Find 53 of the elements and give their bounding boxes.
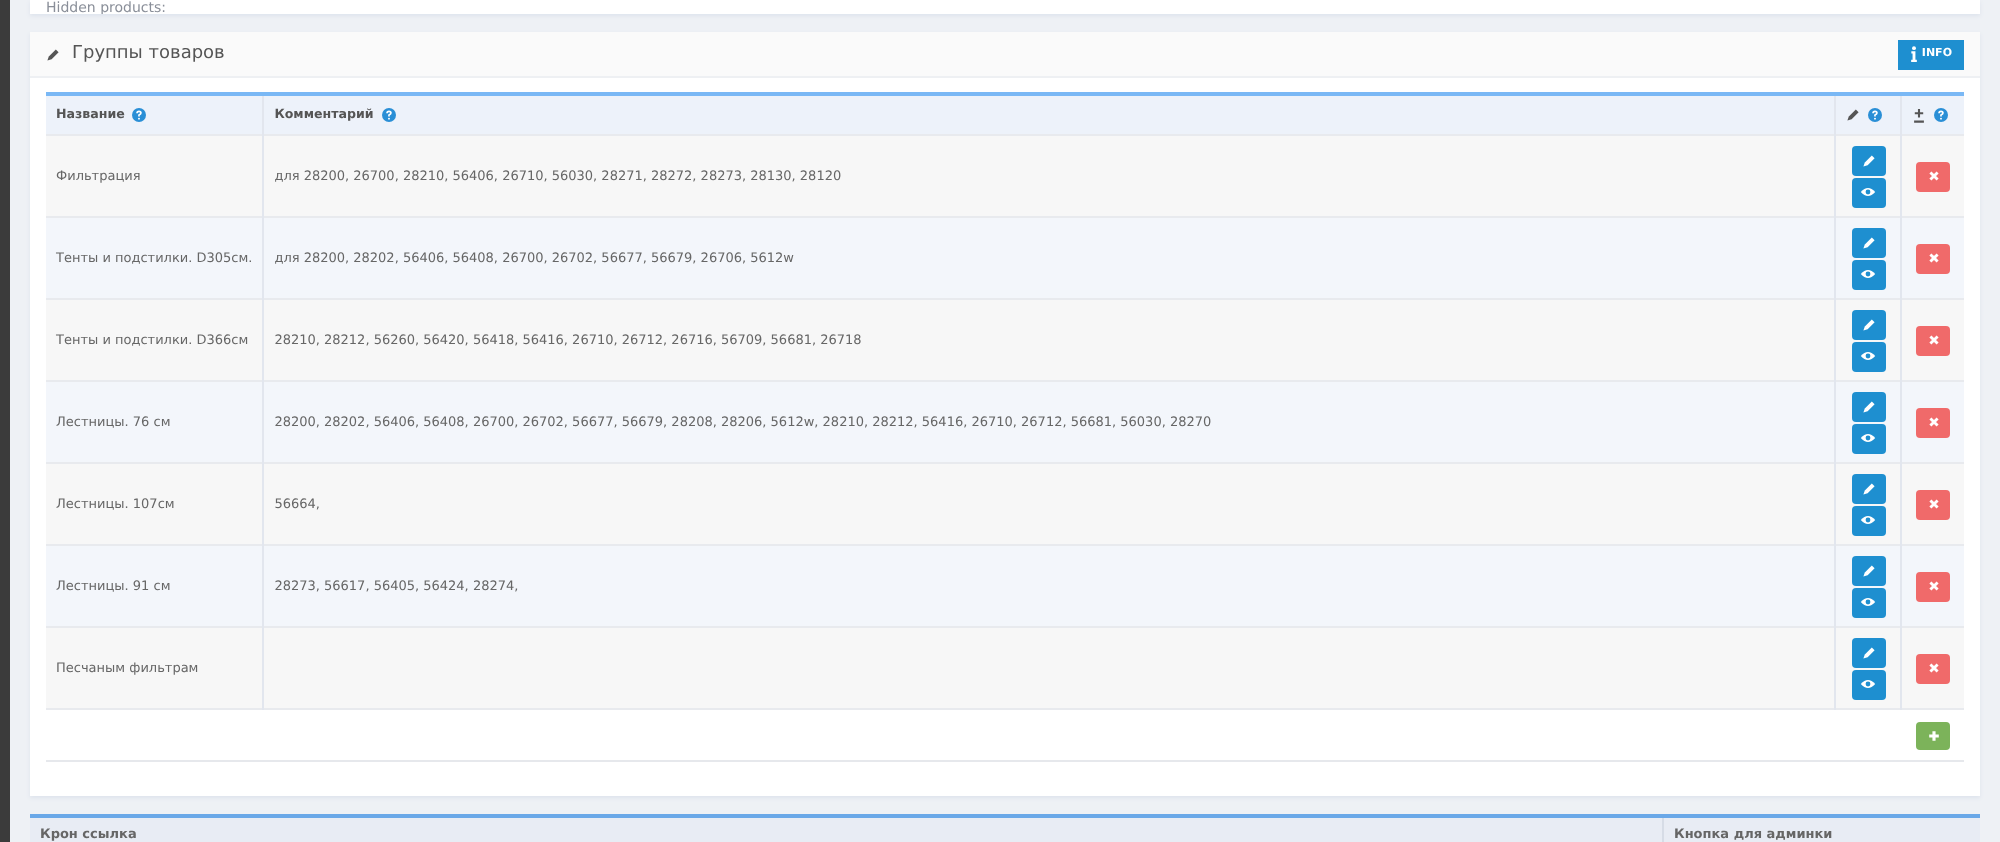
- pencil-icon: [1846, 108, 1860, 122]
- edit-button[interactable]: [1851, 391, 1885, 421]
- help-icon: [1934, 108, 1948, 122]
- panel-title: Группы товаров: [72, 44, 225, 64]
- eye-icon: [1860, 514, 1876, 526]
- view-button[interactable]: [1851, 423, 1885, 453]
- pencil-icon: [46, 47, 60, 61]
- delete-button[interactable]: [1916, 325, 1950, 355]
- eye-icon: [1860, 350, 1876, 362]
- view-button[interactable]: [1851, 177, 1885, 207]
- edit-button[interactable]: [1851, 227, 1885, 257]
- help-icon: [1868, 108, 1882, 122]
- plus-minus-icon: [1912, 107, 1926, 123]
- close-icon: [1927, 580, 1939, 592]
- delete-button[interactable]: [1916, 407, 1950, 437]
- view-button[interactable]: [1851, 587, 1885, 617]
- delete-button[interactable]: [1916, 161, 1950, 191]
- edit-button[interactable]: [1851, 309, 1885, 339]
- pencil-icon: [1861, 235, 1875, 249]
- close-icon: [1927, 416, 1939, 428]
- pencil-icon: [1861, 645, 1875, 659]
- view-button[interactable]: [1851, 259, 1885, 289]
- pencil-icon: [1861, 399, 1875, 413]
- edit-button[interactable]: [1851, 555, 1885, 585]
- plus-icon: [1927, 729, 1939, 741]
- close-icon: [1927, 170, 1939, 182]
- eye-icon: [1860, 268, 1876, 280]
- eye-icon: [1860, 596, 1876, 608]
- close-icon: [1927, 498, 1939, 510]
- pencil-icon: [1861, 481, 1875, 495]
- info-icon: [1909, 46, 1918, 62]
- delete-button[interactable]: [1916, 653, 1950, 683]
- edit-button[interactable]: [1851, 637, 1885, 667]
- eye-icon: [1860, 678, 1876, 690]
- edit-button[interactable]: [1851, 473, 1885, 503]
- pencil-icon: [1861, 317, 1875, 331]
- close-icon: [1927, 334, 1939, 346]
- delete-button[interactable]: [1916, 489, 1950, 519]
- delete-button[interactable]: [1916, 571, 1950, 601]
- view-button[interactable]: [1851, 669, 1885, 699]
- close-icon: [1927, 252, 1939, 264]
- eye-icon: [1860, 186, 1876, 198]
- eye-icon: [1860, 432, 1876, 444]
- edit-button[interactable]: [1851, 145, 1885, 175]
- pencil-icon: [1861, 563, 1875, 577]
- close-icon: [1927, 662, 1939, 674]
- delete-button[interactable]: [1916, 243, 1950, 273]
- help-icon: [132, 108, 147, 122]
- view-button[interactable]: [1851, 341, 1885, 371]
- view-button[interactable]: [1851, 505, 1885, 535]
- pencil-icon: [1861, 153, 1875, 167]
- add-button[interactable]: [1916, 721, 1950, 749]
- help-icon: [381, 108, 396, 122]
